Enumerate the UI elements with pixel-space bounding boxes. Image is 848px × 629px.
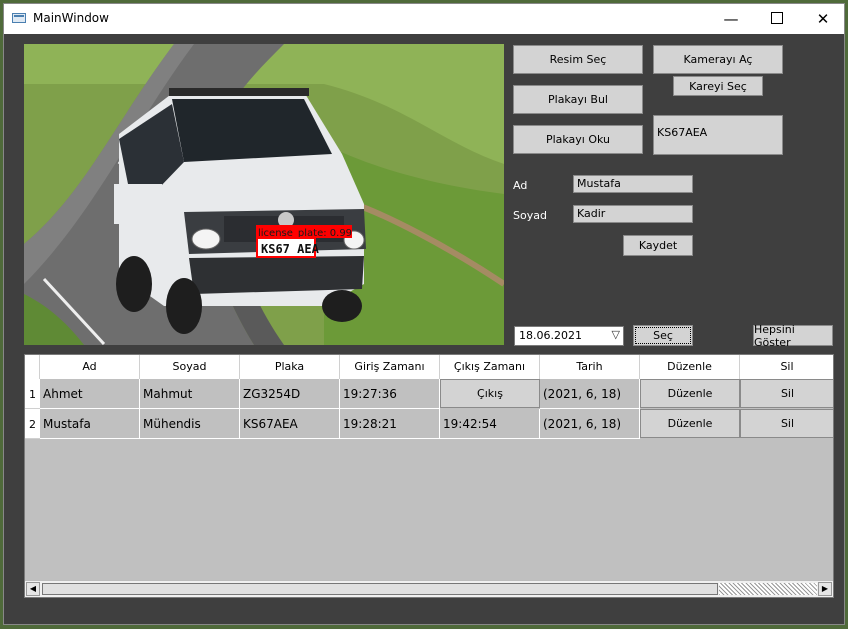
records-table: Ad Soyad Plaka Giriş Zamanı Çıkış Zamanı… bbox=[24, 354, 834, 598]
row-header-1[interactable]: 1 bbox=[25, 379, 40, 409]
car-image-preview: license_plate: 0.99 KS67 AEA bbox=[24, 44, 504, 345]
main-window: MainWindow — ✕ license_plate: 0.99 KS67 … bbox=[3, 3, 845, 625]
scrollbar-track[interactable] bbox=[719, 583, 817, 595]
header-duzenle[interactable]: Düzenle bbox=[640, 355, 740, 379]
maximize-button[interactable] bbox=[754, 4, 800, 34]
kamerayi-ac-button[interactable]: Kamerayı Aç bbox=[653, 45, 783, 74]
duzenle-button[interactable]: Düzenle bbox=[640, 379, 740, 408]
plakayi-oku-button[interactable]: Plakayı Oku bbox=[513, 125, 643, 154]
kareyi-sec-button[interactable]: Kareyi Seç bbox=[673, 76, 763, 96]
ad-label: Ad bbox=[513, 179, 528, 192]
plate-result-box: KS67AEA bbox=[653, 115, 783, 155]
plate-text-in-image: KS67 AEA bbox=[261, 242, 320, 256]
cell-tarih[interactable]: (2021, 6, 18) bbox=[540, 409, 640, 439]
sil-button[interactable]: Sil bbox=[740, 379, 833, 408]
cell-ad[interactable]: Mustafa bbox=[40, 409, 140, 439]
hepsini-goster-button[interactable]: Hepsini Göster bbox=[753, 323, 833, 349]
cell-cikis[interactable]: 19:42:54 bbox=[440, 409, 540, 439]
maximize-icon bbox=[771, 12, 783, 24]
sil-button[interactable]: Sil bbox=[740, 409, 833, 438]
cell-tarih[interactable]: (2021, 6, 18) bbox=[540, 379, 640, 409]
header-plaka[interactable]: Plaka bbox=[240, 355, 340, 379]
sec-button[interactable]: Seç bbox=[633, 325, 693, 346]
cell-soyad[interactable]: Mahmut bbox=[140, 379, 240, 409]
window-title: MainWindow bbox=[33, 11, 109, 25]
horizontal-scrollbar[interactable]: ◀ ▶ bbox=[25, 580, 833, 597]
kaydet-button[interactable]: Kaydet bbox=[623, 235, 693, 256]
header-cikis-zamani[interactable]: Çıkış Zamanı bbox=[440, 355, 540, 379]
header-sil[interactable]: Sil bbox=[740, 355, 833, 379]
table-header: Ad Soyad Plaka Giriş Zamanı Çıkış Zamanı… bbox=[25, 355, 833, 379]
close-button[interactable]: ✕ bbox=[800, 4, 846, 34]
cell-plaka[interactable]: ZG3254D bbox=[240, 379, 340, 409]
soyad-field[interactable]: Kadir bbox=[573, 205, 693, 223]
scrollbar-thumb[interactable] bbox=[42, 583, 718, 595]
minimize-button[interactable]: — bbox=[708, 4, 754, 34]
soyad-label: Soyad bbox=[513, 209, 547, 222]
car-photo-illustration: license_plate: 0.99 KS67 AEA bbox=[24, 44, 504, 345]
duzenle-button[interactable]: Düzenle bbox=[640, 409, 740, 438]
scroll-left-icon[interactable]: ◀ bbox=[26, 582, 40, 596]
title-bar: MainWindow — ✕ bbox=[4, 4, 844, 34]
date-select-value: 18.06.2021 bbox=[519, 329, 582, 342]
cell-ad[interactable]: Ahmet bbox=[40, 379, 140, 409]
cell-plaka[interactable]: KS67AEA bbox=[240, 409, 340, 439]
ad-field[interactable]: Mustafa bbox=[573, 175, 693, 193]
header-ad[interactable]: Ad bbox=[40, 355, 140, 379]
cell-giris[interactable]: 19:28:21 bbox=[340, 409, 440, 439]
cell-giris[interactable]: 19:27:36 bbox=[340, 379, 440, 409]
header-giris-zamani[interactable]: Giriş Zamanı bbox=[340, 355, 440, 379]
row-header-2[interactable]: 2 bbox=[25, 409, 40, 439]
chevron-down-icon: ▽ bbox=[611, 328, 620, 341]
cikis-button[interactable]: Çıkış bbox=[440, 379, 540, 408]
cell-soyad[interactable]: Mühendis bbox=[140, 409, 240, 439]
corner-header-cell bbox=[25, 355, 40, 379]
app-window-icon bbox=[12, 13, 26, 23]
header-soyad[interactable]: Soyad bbox=[140, 355, 240, 379]
date-select[interactable]: 18.06.2021 ▽ bbox=[514, 326, 624, 346]
scroll-right-icon[interactable]: ▶ bbox=[818, 582, 832, 596]
resim-sec-button[interactable]: Resim Seç bbox=[513, 45, 643, 74]
header-tarih[interactable]: Tarih bbox=[540, 355, 640, 379]
plakayi-bul-button[interactable]: Plakayı Bul bbox=[513, 85, 643, 114]
